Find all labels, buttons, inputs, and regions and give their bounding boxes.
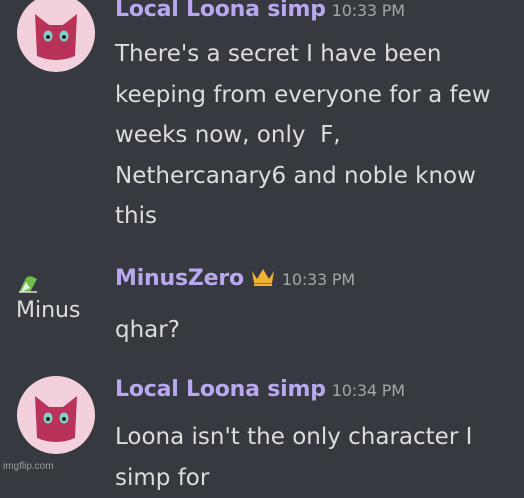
cat-face-icon: [35, 396, 77, 442]
message-text: Loona isn't the only character I simp fo…: [115, 424, 480, 491]
user-avatar[interactable]: [17, 376, 95, 454]
avatar-alt-text: Minus: [16, 298, 81, 323]
author-name[interactable]: Local Loona simp: [115, 0, 326, 22]
message-timestamp: 10:33 PM: [331, 1, 405, 20]
message-timestamp: 10:33 PM: [281, 270, 355, 289]
message-1: Local Loona simp 10:33 PM There's a secre…: [0, 0, 524, 250]
crown-icon: [251, 269, 274, 286]
message-author[interactable]: Local Loona simp 10:34 PM: [115, 377, 405, 402]
broken-image-icon: [19, 276, 37, 293]
author-name[interactable]: MinusZero: [115, 266, 244, 291]
cat-face-icon: [35, 14, 77, 60]
message-text: There's a secret I have been keeping fro…: [115, 41, 498, 229]
message-author[interactable]: MinusZero 10:33 PM: [115, 266, 355, 291]
user-avatar[interactable]: [17, 0, 95, 72]
author-name[interactable]: Local Loona simp: [115, 377, 326, 402]
message-text: qhar?: [115, 317, 180, 343]
message-timestamp: 10:34 PM: [331, 381, 405, 400]
watermark: imgflip.com: [3, 461, 54, 472]
message-author[interactable]: Local Loona simp 10:33 PM: [115, 0, 405, 22]
